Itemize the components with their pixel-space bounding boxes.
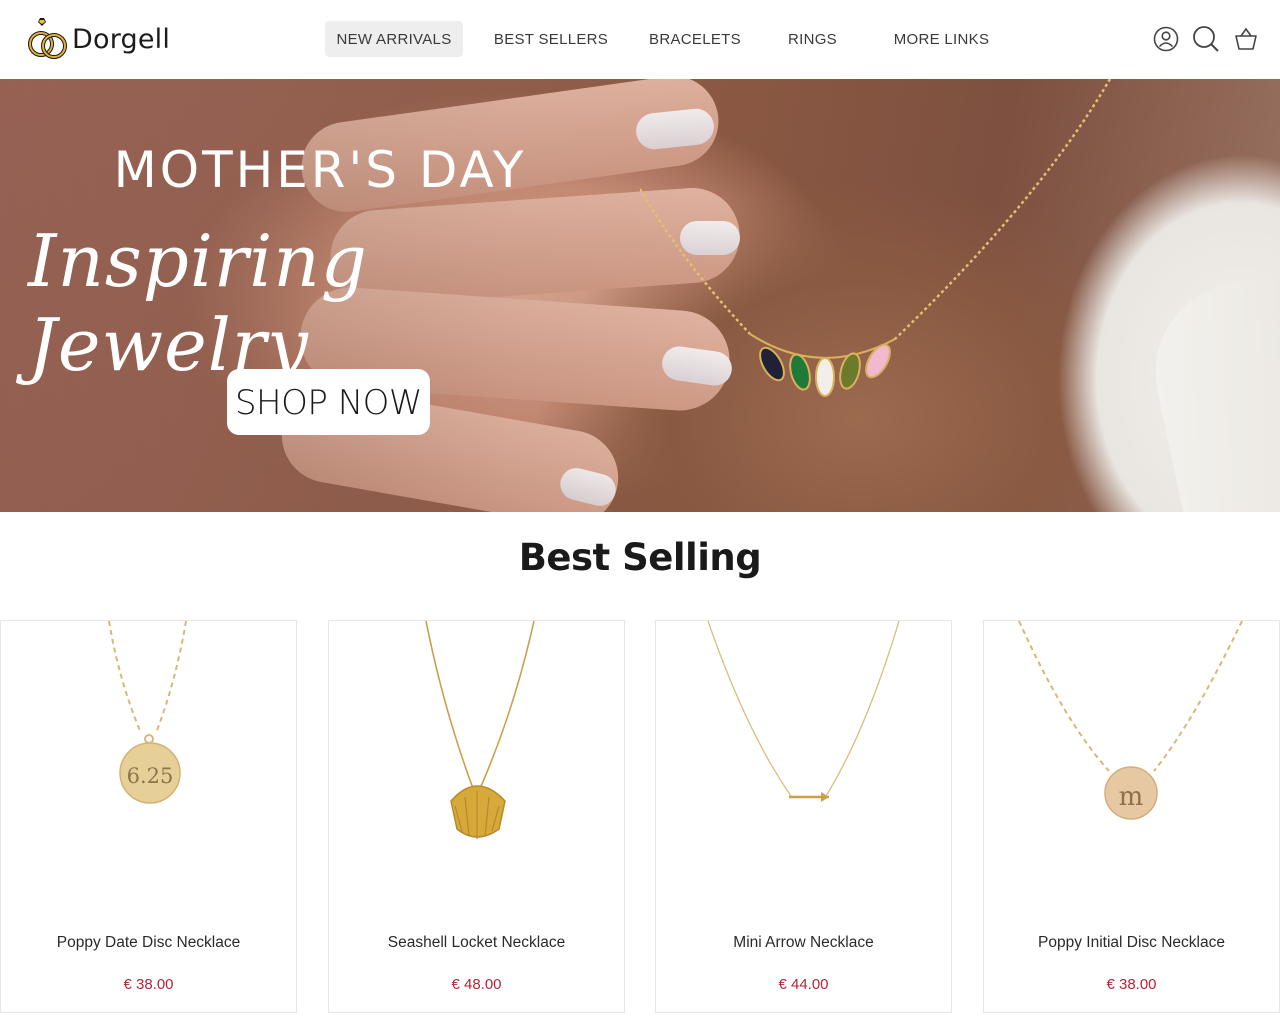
hero-title: MOTHER'S DAY — [113, 141, 527, 199]
nav-item-bracelets[interactable]: BRACELETS — [645, 21, 745, 57]
nav-item-rings[interactable]: RINGS — [780, 21, 845, 57]
hero-script-title: Inspiring Jewelry — [28, 219, 368, 387]
brand-name: Dorgell — [72, 23, 171, 55]
rings-logo-icon — [28, 18, 67, 59]
product-card[interactable]: Seashell Locket Necklace € 48.00 — [328, 620, 625, 1013]
product-card[interactable]: m Poppy Initial Disc Necklace € 38.00 — [983, 620, 1280, 1013]
engraving-text: m — [1119, 782, 1144, 812]
nav-item-more-links[interactable]: MORE LINKS — [888, 21, 995, 57]
search-icon[interactable] — [1191, 24, 1221, 54]
shop-now-button[interactable]: SHOP NOW — [227, 369, 430, 435]
product-name[interactable]: Poppy Initial Disc Necklace — [984, 934, 1279, 952]
product-name[interactable]: Seashell Locket Necklace — [329, 934, 624, 952]
product-image: 6.25 — [108, 621, 187, 804]
site-header: Dorgell NEW ARRIVALS BEST SELLERS BRACEL… — [0, 0, 1280, 79]
product-price: € 48.00 — [451, 976, 502, 993]
nav-item-best-sellers[interactable]: BEST SELLERS — [490, 21, 612, 57]
product-image — [707, 621, 900, 802]
section-title: Best Selling — [518, 536, 762, 579]
product-price: € 38.00 — [123, 976, 174, 993]
product-name[interactable]: Mini Arrow Necklace — [656, 934, 951, 952]
product-name[interactable]: Poppy Date Disc Necklace — [1, 934, 296, 952]
logo[interactable]: Dorgell — [26, 16, 170, 62]
product-card[interactable]: Mini Arrow Necklace € 44.00 — [655, 620, 952, 1013]
product-image: m — [1018, 621, 1243, 820]
hero-necklace-graphic — [640, 79, 1112, 397]
product-price: € 44.00 — [778, 976, 829, 993]
product-card[interactable]: 6.25 Poppy Date Disc Necklace € 38.00 — [0, 620, 297, 1013]
account-icon[interactable] — [1151, 24, 1181, 54]
product-price: € 38.00 — [1106, 976, 1157, 993]
hero-banner[interactable]: MOTHER'S DAY Inspiring Jewelry SHOP NOW — [0, 79, 1280, 512]
engraving-text: 6.25 — [127, 764, 174, 788]
nav-item-new-arrivals[interactable]: NEW ARRIVALS — [325, 21, 463, 57]
product-image — [425, 621, 535, 839]
cart-icon[interactable] — [1231, 24, 1261, 54]
